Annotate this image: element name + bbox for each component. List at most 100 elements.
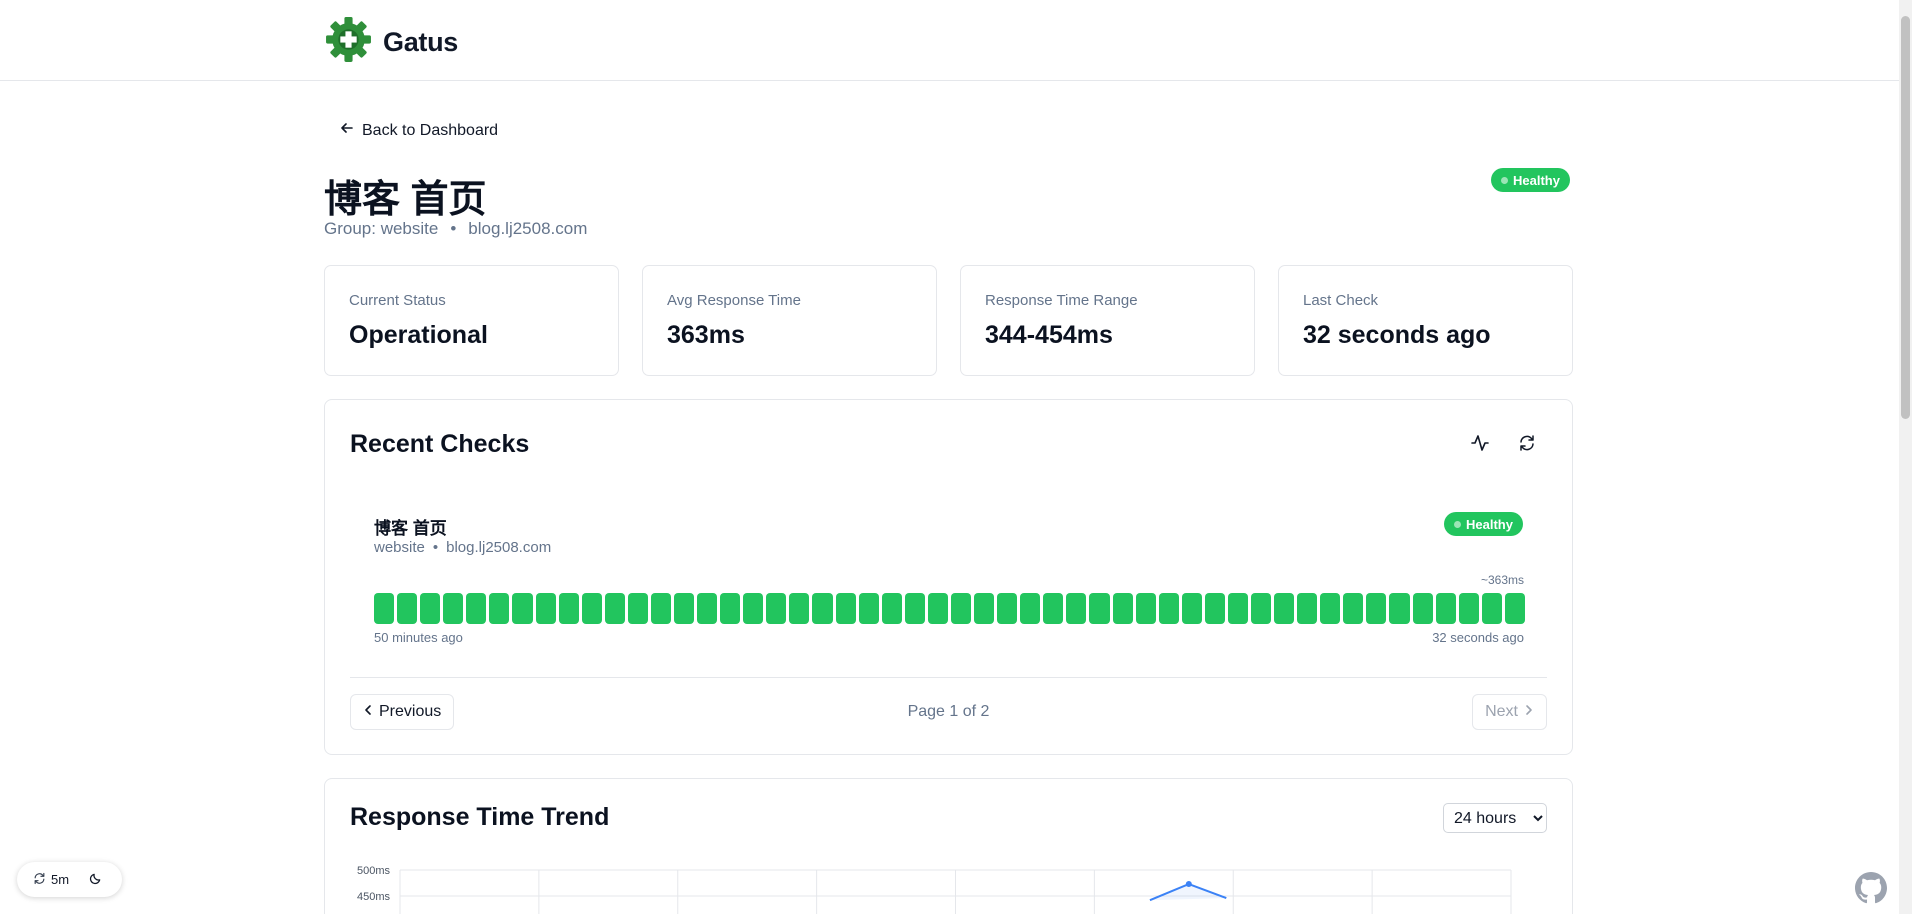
result-bar[interactable] bbox=[1227, 593, 1248, 624]
show-response-time-button[interactable] bbox=[1465, 430, 1495, 460]
next-label: Next bbox=[1485, 703, 1518, 720]
result-bar[interactable] bbox=[627, 593, 648, 624]
result-bar[interactable] bbox=[397, 593, 418, 624]
result-bar[interactable] bbox=[766, 593, 787, 624]
stat-value: 344-454ms bbox=[985, 321, 1113, 349]
result-bar[interactable] bbox=[1274, 593, 1295, 624]
result-bar[interactable] bbox=[789, 593, 810, 624]
endpoint-meta: website • blog.lj2508.com bbox=[374, 539, 551, 556]
result-bar[interactable] bbox=[997, 593, 1018, 624]
result-bar[interactable] bbox=[489, 593, 510, 624]
result-bar[interactable] bbox=[720, 593, 741, 624]
result-bar[interactable] bbox=[650, 593, 672, 624]
stat-label: Last Check bbox=[1303, 292, 1379, 309]
gatus-logo-icon bbox=[324, 15, 373, 69]
stat-label: Current Status bbox=[349, 292, 446, 309]
result-bar[interactable] bbox=[604, 593, 625, 624]
group-text: Group: website bbox=[324, 219, 439, 238]
result-bar[interactable] bbox=[697, 593, 718, 624]
result-bar[interactable] bbox=[881, 593, 902, 624]
response-time-trend-card: Response Time Trend 24 hours 500ms 450ms bbox=[324, 778, 1573, 914]
page-title: 博客 首页 bbox=[324, 179, 487, 221]
result-bar[interactable] bbox=[512, 593, 533, 624]
result-bar[interactable] bbox=[1320, 593, 1341, 624]
result-bar[interactable] bbox=[904, 593, 925, 624]
host-text: blog.lj2508.com bbox=[468, 219, 588, 238]
stat-card-response-range: Response Time Range 344-454ms bbox=[960, 265, 1255, 376]
result-bar[interactable] bbox=[1297, 593, 1318, 624]
stat-label: Response Time Range bbox=[985, 292, 1138, 309]
github-link[interactable] bbox=[1855, 872, 1887, 909]
result-bar[interactable] bbox=[1204, 593, 1225, 624]
oldest-time-label: 50 minutes ago bbox=[374, 630, 463, 645]
result-bar[interactable] bbox=[1112, 593, 1133, 624]
stat-card-current-status: Current Status Operational bbox=[324, 265, 619, 376]
next-page-button[interactable]: Next bbox=[1472, 694, 1547, 730]
stat-label: Avg Response Time bbox=[667, 292, 801, 309]
result-bar[interactable] bbox=[1412, 593, 1433, 624]
result-bar[interactable] bbox=[1020, 593, 1041, 624]
result-bar[interactable] bbox=[1250, 593, 1272, 624]
response-time-chart: 500ms 450ms bbox=[357, 865, 1512, 914]
result-bar[interactable] bbox=[535, 593, 556, 624]
result-bar[interactable] bbox=[1089, 593, 1110, 624]
stat-card-last-check: Last Check 32 seconds ago bbox=[1278, 265, 1573, 376]
result-bar[interactable] bbox=[1043, 593, 1064, 624]
host-text: blog.lj2508.com bbox=[446, 539, 552, 556]
result-bar[interactable] bbox=[674, 593, 695, 624]
result-bar[interactable] bbox=[812, 593, 833, 624]
result-bar[interactable] bbox=[974, 593, 995, 624]
back-to-dashboard-link[interactable]: Back to Dashboard bbox=[340, 121, 498, 140]
result-bar[interactable] bbox=[743, 593, 764, 624]
refresh-interval-button[interactable]: 5m bbox=[33, 872, 69, 888]
result-bar[interactable] bbox=[858, 593, 879, 624]
result-bar[interactable] bbox=[1181, 593, 1202, 624]
trend-title: Response Time Trend bbox=[350, 803, 610, 831]
result-bar[interactable] bbox=[1135, 593, 1156, 624]
separator: • bbox=[450, 219, 457, 238]
result-bar[interactable] bbox=[466, 593, 487, 624]
back-label: Back to Dashboard bbox=[362, 121, 499, 139]
result-bar[interactable] bbox=[927, 593, 948, 624]
newest-time-label: 32 seconds ago bbox=[1432, 630, 1524, 645]
page-info: Page 1 of 2 bbox=[907, 703, 990, 720]
endpoint-name: 博客 首页 bbox=[374, 519, 447, 538]
y-tick-label: 450ms bbox=[357, 891, 391, 903]
result-bar[interactable] bbox=[950, 593, 972, 624]
theme-toggle-button[interactable] bbox=[89, 872, 102, 888]
result-bar[interactable] bbox=[1343, 593, 1364, 624]
github-icon bbox=[1855, 872, 1887, 908]
refresh-icon bbox=[33, 872, 46, 888]
top-bar: Gatus bbox=[0, 0, 1899, 81]
brand[interactable]: Gatus bbox=[324, 15, 458, 69]
result-bar[interactable] bbox=[1066, 593, 1087, 624]
data-point bbox=[1185, 881, 1192, 888]
activity-icon bbox=[1470, 433, 1490, 458]
result-bar[interactable] bbox=[1504, 593, 1525, 624]
chevron-right-icon bbox=[1524, 703, 1534, 721]
endpoint-subtitle: Group: website • blog.lj2508.com bbox=[324, 219, 587, 239]
result-bar[interactable] bbox=[1458, 593, 1479, 624]
stat-value: 32 seconds ago bbox=[1303, 321, 1491, 349]
status-dot bbox=[1501, 176, 1508, 184]
result-bar[interactable] bbox=[443, 593, 464, 624]
result-bar[interactable] bbox=[558, 593, 579, 624]
refresh-button[interactable] bbox=[1512, 430, 1542, 460]
endpoint-status-badge: Healthy bbox=[1444, 512, 1523, 536]
result-bar[interactable] bbox=[1435, 593, 1456, 624]
scrollbar-thumb[interactable] bbox=[1901, 16, 1910, 419]
result-bar[interactable] bbox=[1481, 593, 1502, 624]
result-bar[interactable] bbox=[1158, 593, 1179, 624]
result-bar[interactable] bbox=[420, 593, 441, 624]
result-bar[interactable] bbox=[1389, 593, 1410, 624]
scrollbar[interactable] bbox=[1899, 0, 1912, 914]
result-bar[interactable] bbox=[1366, 593, 1387, 624]
status-badge: Healthy bbox=[1491, 168, 1570, 192]
result-bar[interactable] bbox=[374, 593, 395, 624]
time-range-select[interactable]: 24 hours bbox=[1443, 803, 1547, 833]
recent-checks-title: Recent Checks bbox=[350, 430, 530, 458]
result-bar[interactable] bbox=[581, 593, 602, 624]
result-bar[interactable] bbox=[835, 593, 856, 624]
stat-value: 363ms bbox=[667, 321, 745, 349]
app-name: Gatus bbox=[383, 26, 459, 57]
